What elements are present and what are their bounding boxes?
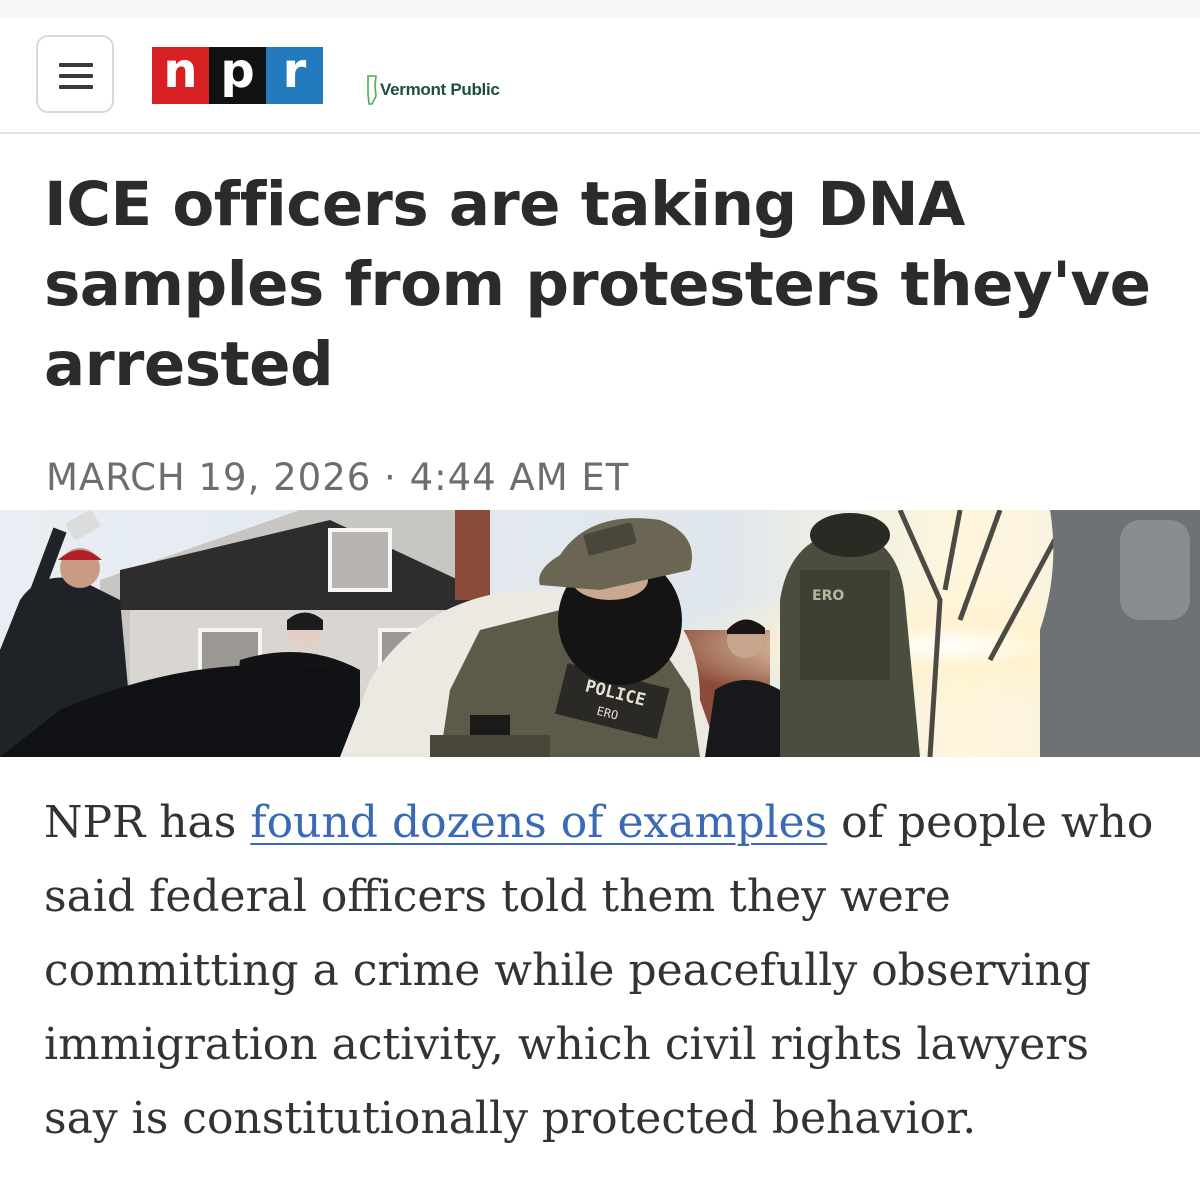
site-header: n p r Vermont Public: [0, 18, 1200, 134]
article-lede: NPR has found dozens of examples of peop…: [44, 786, 1164, 1156]
article-headline: ICE officers are taking DNA samples from…: [44, 169, 1151, 400]
lede-text-after: of people who said federal officers told…: [44, 797, 1154, 1144]
station-name: Vermont Public: [380, 80, 500, 99]
browser-top-strip: [0, 0, 1200, 19]
npr-logo-p: p: [209, 47, 266, 104]
photo-vest-ero: ERO: [812, 588, 844, 604]
npr-logo-r: r: [266, 47, 323, 104]
found-examples-link[interactable]: found dozens of examples: [250, 797, 827, 848]
vermont-outline-icon: [367, 75, 377, 105]
npr-logo-n: n: [152, 47, 209, 104]
menu-button[interactable]: [36, 35, 114, 113]
article-photo[interactable]: POLICE ERO ERO: [0, 510, 1200, 757]
npr-logo[interactable]: n p r: [152, 47, 323, 104]
article-photo-illustration: POLICE ERO ERO: [0, 510, 1200, 757]
article-dateline: MARCH 19, 2026 · 4:44 AM ET: [46, 456, 630, 499]
vermont-public-logo[interactable]: Vermont Public: [366, 74, 500, 106]
lede-text-before: NPR has: [44, 797, 251, 848]
